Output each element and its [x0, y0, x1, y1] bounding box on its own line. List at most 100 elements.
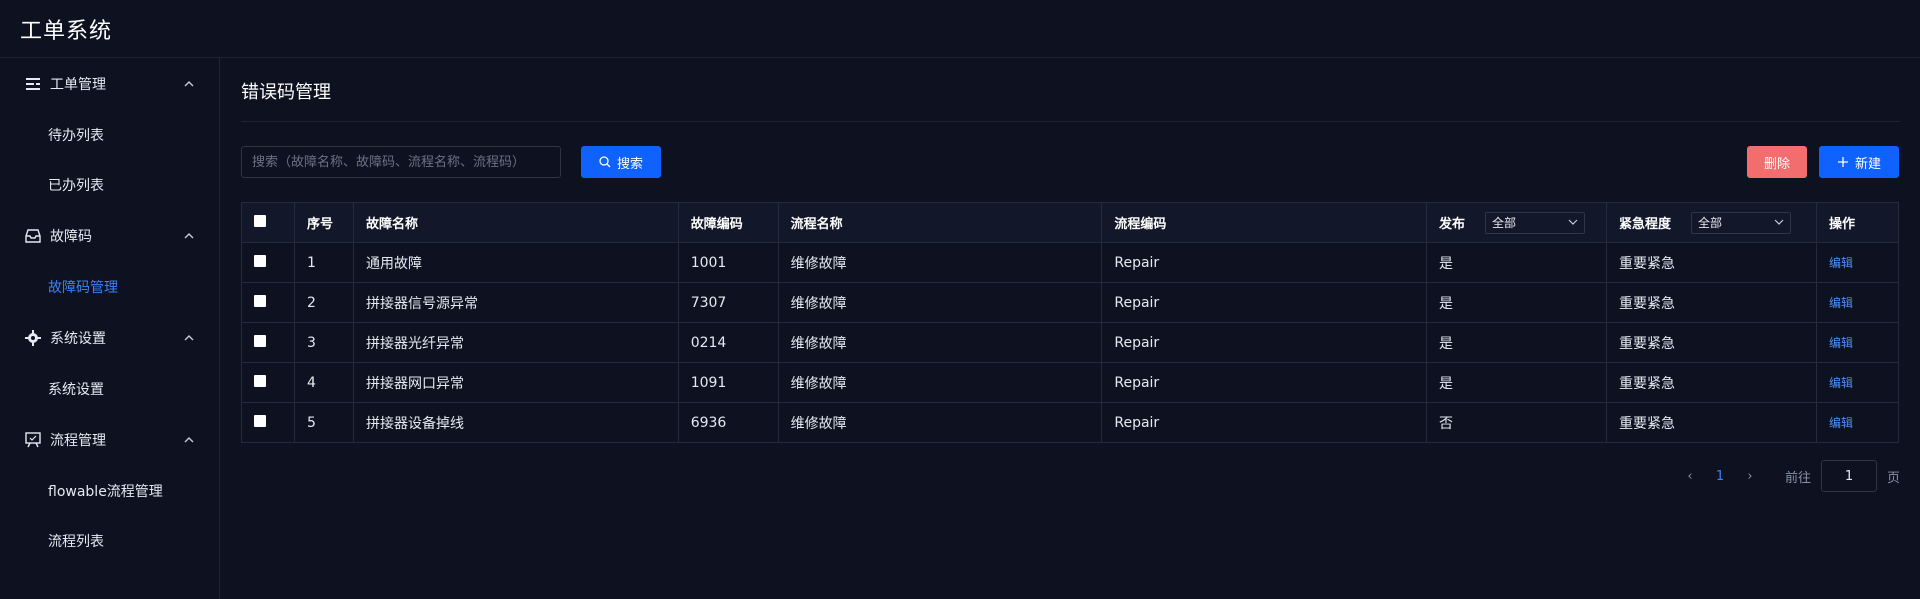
- page-title: 错误码管理: [241, 82, 331, 103]
- cell-index: 3: [293, 322, 354, 363]
- table-row: 4 拼接器网口异常 1091 维修故障 Repair 是 重要紧急 编辑: [241, 362, 1900, 403]
- new-button[interactable]: 新建: [1819, 146, 1899, 178]
- row-checkbox[interactable]: [254, 414, 266, 427]
- cell-urgency: 重要紧急: [1606, 242, 1817, 283]
- goto-page-input[interactable]: [1820, 460, 1877, 492]
- cell-ops: 编辑: [1815, 362, 1900, 403]
- menu-group-label: 工单管理: [50, 77, 106, 93]
- cell-index: 1: [293, 242, 354, 283]
- chevron-up-icon: [183, 434, 195, 446]
- sidebar: 工单管理 待办列表 已办列表 故障码 故障码管理 系统设置 系统设置 流程管理 …: [0, 58, 220, 599]
- presentation-icon: [24, 431, 42, 449]
- sidebar-item-flowable[interactable]: flowable流程管理: [0, 466, 219, 516]
- chevron-up-icon: [183, 78, 195, 90]
- edit-link[interactable]: 编辑: [1829, 296, 1853, 310]
- edit-link[interactable]: 编辑: [1829, 416, 1853, 430]
- page-number-current[interactable]: 1: [1705, 469, 1735, 484]
- header-urgency: 紧急程度 全部: [1606, 202, 1817, 243]
- cell-publish: 是: [1426, 242, 1608, 283]
- sidebar-item-done[interactable]: 已办列表: [0, 160, 219, 210]
- cell-urgency: 重要紧急: [1606, 322, 1817, 363]
- row-checkbox[interactable]: [254, 334, 266, 347]
- header-flow-code: 流程编码: [1101, 202, 1428, 243]
- header-index: 序号: [293, 202, 354, 243]
- divider: [241, 121, 1900, 122]
- menu-group-flow-manage[interactable]: 流程管理: [0, 414, 219, 466]
- row-select[interactable]: [241, 362, 295, 403]
- row-select[interactable]: [241, 242, 295, 283]
- main-content: 错误码管理 搜索 删除 新建 序号 故障名称 故障编码 流程名称 流程编码 发布: [241, 58, 1900, 599]
- cell-fault-name: 拼接器网口异常: [352, 362, 679, 403]
- menu-group-system-settings[interactable]: 系统设置: [0, 312, 219, 364]
- row-checkbox[interactable]: [254, 374, 266, 387]
- sidebar-item-flow-list[interactable]: 流程列表: [0, 516, 219, 566]
- publish-filter-value: 全部: [1492, 216, 1517, 230]
- cell-flow-name: 维修故障: [777, 362, 1103, 403]
- cell-flow-code: Repair: [1101, 322, 1428, 363]
- urgency-filter-select[interactable]: 全部: [1691, 211, 1792, 234]
- cell-fault-code: 1091: [677, 362, 779, 403]
- publish-filter-select[interactable]: 全部: [1485, 211, 1586, 234]
- table-row: 1 通用故障 1001 维修故障 Repair 是 重要紧急 编辑: [241, 242, 1900, 283]
- row-select[interactable]: [241, 322, 295, 363]
- next-page-button[interactable]: ›: [1735, 469, 1765, 484]
- prev-page-button[interactable]: ‹: [1675, 469, 1705, 484]
- edit-link[interactable]: 编辑: [1829, 256, 1853, 270]
- edit-link[interactable]: 编辑: [1829, 336, 1853, 350]
- sidebar-item-fault-code-manage[interactable]: 故障码管理: [0, 262, 219, 312]
- sidebar-item-system-settings[interactable]: 系统设置: [0, 364, 219, 414]
- select-all-checkbox[interactable]: [254, 214, 266, 227]
- delete-button[interactable]: 删除: [1747, 146, 1807, 178]
- header-fault-code: 故障编码: [677, 202, 779, 243]
- cell-flow-name: 维修故障: [777, 322, 1103, 363]
- gear-icon: [24, 329, 42, 347]
- table-row: 2 拼接器信号源异常 7307 维修故障 Repair 是 重要紧急 编辑: [241, 282, 1900, 323]
- row-checkbox[interactable]: [254, 254, 266, 267]
- cell-fault-code: 6936: [677, 402, 779, 443]
- menu-group-label: 故障码: [50, 229, 92, 245]
- header-fault-name: 故障名称: [352, 202, 679, 243]
- cell-ops: 编辑: [1815, 282, 1900, 323]
- cell-fault-name: 通用故障: [352, 242, 679, 283]
- sidebar-item-todo[interactable]: 待办列表: [0, 110, 219, 160]
- cell-fault-name: 拼接器信号源异常: [352, 282, 679, 323]
- header-select-all[interactable]: [241, 202, 295, 243]
- page-suffix: 页: [1886, 470, 1900, 486]
- plus-icon: [1837, 156, 1849, 168]
- search-input[interactable]: [241, 146, 561, 178]
- fault-code-table: 序号 故障名称 故障编码 流程名称 流程编码 发布 全部 紧急程度 全部 操作 …: [241, 202, 1900, 443]
- edit-link[interactable]: 编辑: [1829, 376, 1853, 390]
- header-flow-name: 流程名称: [777, 202, 1103, 243]
- header-ops: 操作: [1815, 202, 1900, 243]
- menu-group-label: 流程管理: [50, 433, 106, 449]
- table-row: 5 拼接器设备掉线 6936 维修故障 Repair 否 重要紧急 编辑: [241, 402, 1900, 443]
- cell-urgency: 重要紧急: [1606, 402, 1817, 443]
- row-checkbox[interactable]: [254, 294, 266, 307]
- header-urgency-label: 紧急程度: [1619, 217, 1672, 232]
- chevron-up-icon: [183, 230, 195, 242]
- cell-flow-code: Repair: [1101, 282, 1428, 323]
- cell-index: 5: [293, 402, 354, 443]
- cell-fault-code: 7307: [677, 282, 779, 323]
- app-title: 工单系统: [20, 18, 113, 44]
- cell-flow-name: 维修故障: [777, 282, 1103, 323]
- list-icon: [24, 75, 42, 93]
- cell-publish: 是: [1426, 322, 1608, 363]
- menu-group-work-order[interactable]: 工单管理: [0, 58, 219, 110]
- cell-ops: 编辑: [1815, 402, 1900, 443]
- table-header-row: 序号 故障名称 故障编码 流程名称 流程编码 发布 全部 紧急程度 全部 操作: [241, 202, 1900, 243]
- cell-fault-name: 拼接器光纤异常: [352, 322, 679, 363]
- cell-fault-code: 0214: [677, 322, 779, 363]
- cell-flow-code: Repair: [1101, 242, 1428, 283]
- chevron-down-icon: [1774, 216, 1784, 230]
- cell-urgency: 重要紧急: [1606, 282, 1817, 323]
- cell-flow-code: Repair: [1101, 362, 1428, 403]
- row-select[interactable]: [241, 282, 295, 323]
- row-select[interactable]: [241, 402, 295, 443]
- top-bar: 工单系统: [0, 0, 1920, 58]
- cell-ops: 编辑: [1815, 242, 1900, 283]
- cell-fault-code: 1001: [677, 242, 779, 283]
- cell-flow-code: Repair: [1101, 402, 1428, 443]
- menu-group-fault-code[interactable]: 故障码: [0, 210, 219, 262]
- search-button[interactable]: 搜索: [581, 146, 661, 178]
